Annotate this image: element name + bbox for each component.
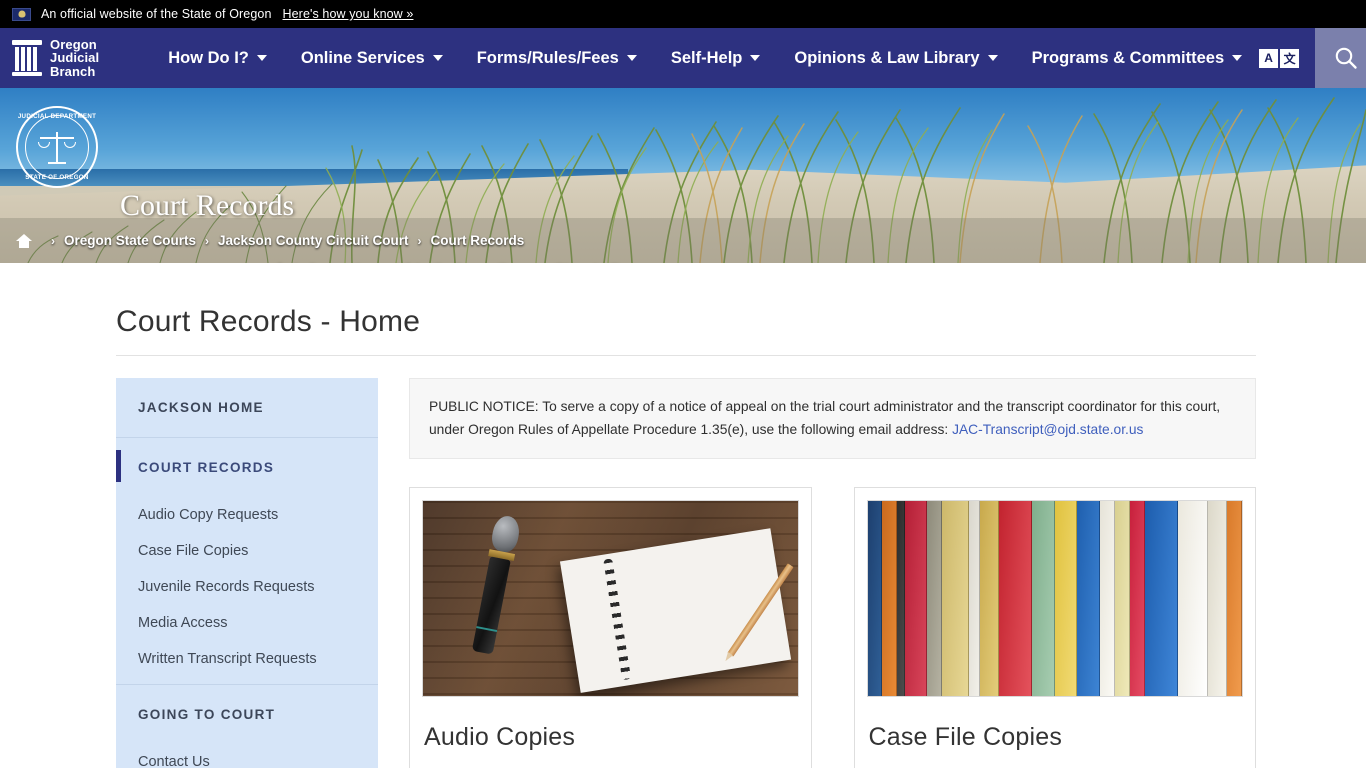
translate-icon[interactable]: A 文 — [1259, 48, 1300, 68]
chevron-down-icon — [256, 55, 267, 61]
content-container: Court Records - Home JACKSON HOME COURT … — [110, 263, 1256, 768]
nav-item-forms-rules-fees[interactable]: Forms/Rules/Fees — [460, 28, 654, 88]
judicial-seal: JUDICIAL DEPARTMENT STATE OF OREGON — [16, 106, 98, 188]
sidebar-group-court-records: COURT RECORDS Audio Copy Requests Case F… — [116, 438, 378, 684]
sidebar-group-jackson-home: JACKSON HOME — [116, 378, 378, 437]
card-title-audio-copies: Audio Copies — [424, 723, 576, 751]
card-audio-copies: Audio Copies View More Information — [409, 487, 812, 768]
nav-item-label: Opinions & Law Library — [794, 48, 980, 67]
transcript-email-link[interactable]: JAC-Transcript@ojd.state.or.us — [952, 422, 1143, 437]
breadcrumb: › Oregon State Courts › Jackson County C… — [0, 218, 1366, 263]
chevron-down-icon — [1232, 55, 1243, 61]
page-title: Court Records - Home — [116, 305, 421, 338]
chevron-down-icon — [750, 55, 761, 61]
home-icon[interactable] — [16, 233, 32, 248]
nav-item-label: Online Services — [300, 48, 425, 67]
column-icon — [12, 40, 42, 76]
sidebar-item-jackson-home[interactable]: JACKSON HOME — [116, 378, 378, 437]
nav-right-tools: A 文 — [1259, 28, 1366, 88]
breadcrumb-separator: › — [51, 233, 55, 248]
nav-item-opinions-law-library[interactable]: Opinions & Law Library — [777, 28, 1014, 88]
sidebar-navigation: JACKSON HOME COURT RECORDS Audio Copy Re… — [116, 378, 378, 768]
sidebar-item-media-access[interactable]: Media Access — [116, 605, 378, 641]
seal-ring-top: JUDICIAL DEPARTMENT — [17, 113, 97, 120]
nav-item-label: Programs & Committees — [1031, 48, 1225, 67]
translate-letter-cjk: 文 — [1280, 48, 1300, 68]
chevron-down-icon — [626, 55, 637, 61]
file-folders-photo — [866, 500, 1243, 697]
seal-ring-bottom: STATE OF OREGON — [25, 174, 89, 181]
nav-item-label: Self-Help — [670, 48, 743, 67]
breadcrumb-separator: › — [205, 233, 210, 248]
sidebar-item-written-transcript-requests[interactable]: Written Transcript Requests — [116, 641, 378, 684]
sidebar-group-going-to-court: GOING TO COURT Contact Us — [116, 685, 378, 768]
title-divider — [116, 355, 1256, 356]
chevron-down-icon — [987, 55, 998, 61]
brand-line-3: Branch — [50, 63, 96, 79]
main-content: PUBLIC NOTICE: To serve a copy of a noti… — [409, 378, 1256, 768]
state-official-banner: An official website of the State of Oreg… — [0, 0, 1366, 28]
breadcrumb-item-oregon-state-courts[interactable]: Oregon State Courts — [64, 233, 196, 248]
sidebar-item-juvenile-records-requests[interactable]: Juvenile Records Requests — [116, 569, 378, 605]
nav-item-label: Forms/Rules/Fees — [476, 48, 619, 67]
breadcrumb-separator: › — [417, 233, 422, 248]
ojd-brand-logo[interactable]: Oregon Judicial Branch — [0, 28, 113, 88]
card-title-case-file-copies: Case File Copies — [868, 723, 1063, 751]
page-body: Court Records - Home JACKSON HOME COURT … — [0, 263, 1366, 768]
breadcrumb-item-jackson-county-circuit-court[interactable]: Jackson County Circuit Court — [218, 233, 409, 248]
official-website-text: An official website of the State of Oreg… — [41, 7, 272, 21]
breadcrumb-item-court-records[interactable]: Court Records — [431, 233, 525, 248]
sidebar-item-court-records[interactable]: COURT RECORDS — [116, 438, 378, 497]
content-layout: JACKSON HOME COURT RECORDS Audio Copy Re… — [116, 378, 1256, 768]
nav-item-label: How Do I? — [168, 48, 249, 67]
oregon-flag-icon — [12, 7, 31, 21]
microphone-notepad-photo — [422, 500, 799, 697]
sidebar-item-case-file-copies[interactable]: Case File Copies — [116, 533, 378, 569]
search-icon[interactable] — [1315, 28, 1366, 88]
cards-row: Audio Copies View More Information — [409, 487, 1256, 768]
public-notice-box: PUBLIC NOTICE: To serve a copy of a noti… — [409, 378, 1256, 459]
brand-text: Oregon Judicial Branch — [50, 38, 99, 79]
hero-banner: JUDICIAL DEPARTMENT STATE OF OREGON Cour… — [0, 88, 1366, 263]
nav-item-online-services[interactable]: Online Services — [284, 28, 460, 88]
translate-letter-a: A — [1259, 48, 1279, 68]
how-you-know-link[interactable]: Here's how you know » — [283, 7, 414, 21]
sidebar-item-audio-copy-requests[interactable]: Audio Copy Requests — [116, 497, 378, 533]
scales-of-justice-icon — [38, 130, 76, 164]
sidebar-item-going-to-court[interactable]: GOING TO COURT — [116, 685, 378, 744]
nav-item-self-help[interactable]: Self-Help — [654, 28, 778, 88]
nav-items: How Do I? Online Services Forms/Rules/Fe… — [151, 28, 1259, 88]
nav-item-programs-committees[interactable]: Programs & Committees — [1015, 28, 1260, 88]
folders-illustration — [867, 501, 1243, 696]
card-case-file-copies: Case File Copies View More Information — [853, 487, 1256, 768]
main-navigation-bar: Oregon Judicial Branch How Do I? Online … — [0, 28, 1366, 88]
nav-item-how-do-i[interactable]: How Do I? — [151, 28, 284, 88]
chevron-down-icon — [432, 55, 443, 61]
sidebar-item-contact-us[interactable]: Contact Us — [116, 744, 378, 768]
